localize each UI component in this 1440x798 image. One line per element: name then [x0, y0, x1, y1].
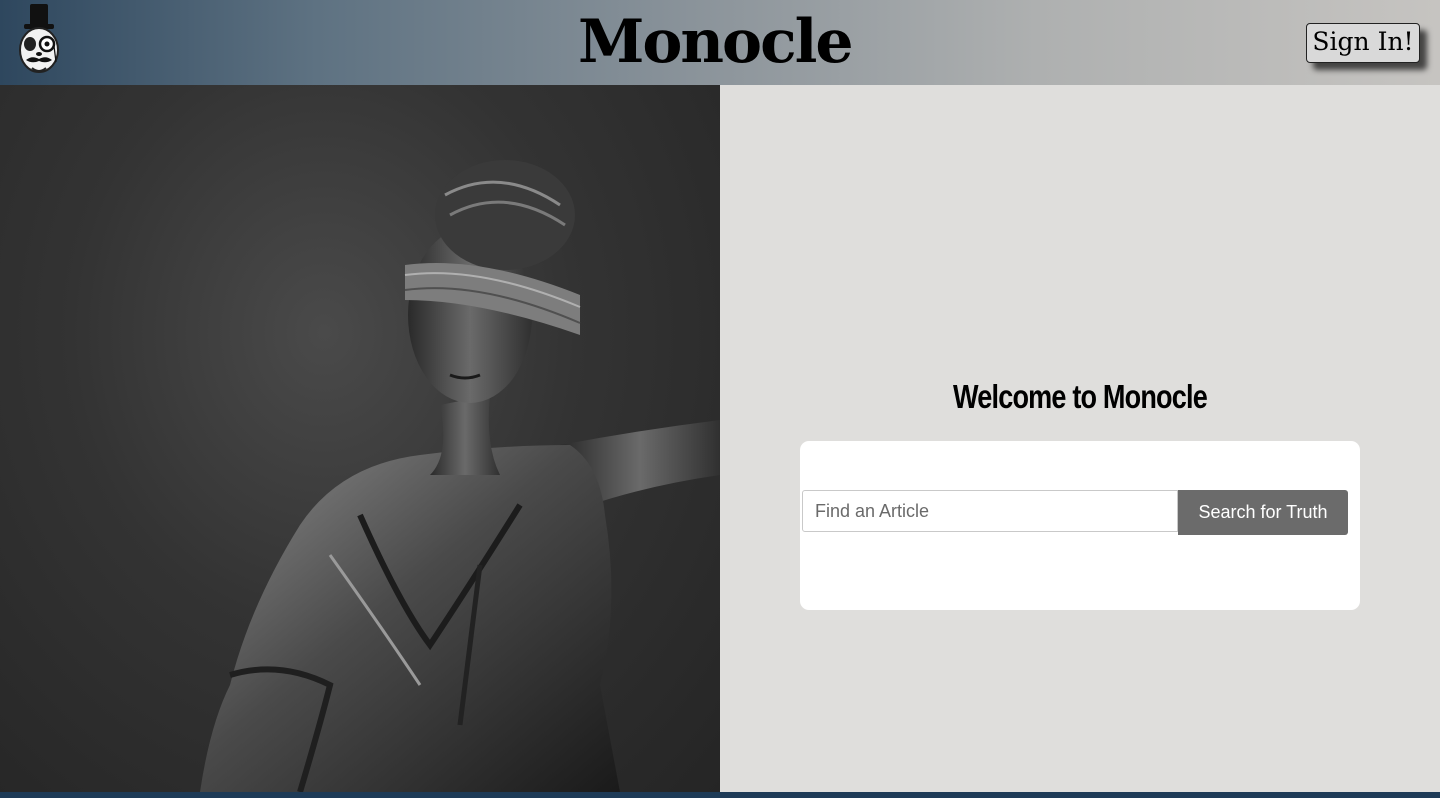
article-search-input[interactable] — [802, 490, 1178, 532]
welcome-panel: Welcome to Monocle Search for Truth — [720, 85, 1440, 792]
monocle-logo-icon[interactable] — [16, 2, 62, 78]
site-header: Monocle Sign In! — [0, 0, 1440, 85]
bottom-edge — [0, 792, 1440, 798]
sign-in-button[interactable]: Sign In! — [1306, 23, 1420, 63]
hero-image — [0, 85, 720, 792]
search-for-truth-button[interactable]: Search for Truth — [1178, 490, 1348, 535]
search-card: Search for Truth — [800, 441, 1360, 610]
site-title: Monocle — [578, 7, 854, 77]
welcome-heading: Welcome to Monocle — [953, 378, 1208, 415]
